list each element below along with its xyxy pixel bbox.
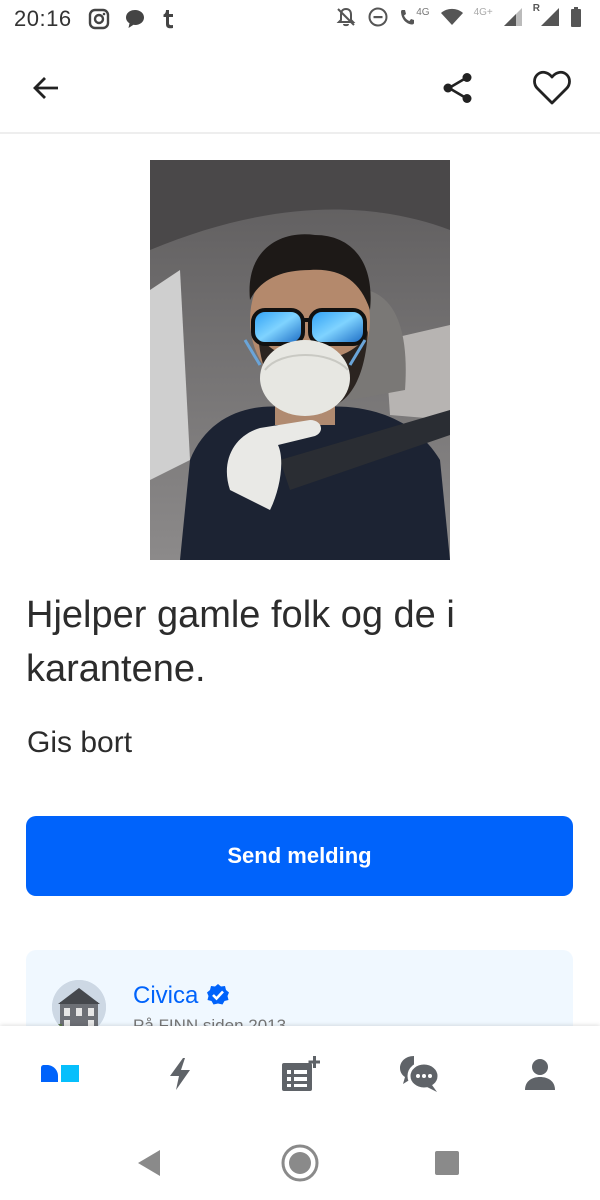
roaming-label: R [532,3,540,14]
top-app-bar [0,48,600,132]
battery-icon [571,7,581,27]
system-back-button[interactable] [124,1140,174,1186]
status-notification-icons [88,8,176,30]
share-button[interactable] [434,64,482,112]
back-button[interactable] [22,64,70,112]
instagram-icon [88,8,110,30]
seller-name[interactable]: Civica [133,982,198,1010]
verified-badge-icon [207,984,229,1005]
home-circle-icon [281,1144,319,1182]
signal-strength-icon [503,8,522,26]
listing-title: Hjelper gamle folk og de i karantene. [26,594,455,690]
send-message-button[interactable]: Send melding [26,816,573,896]
share-icon [443,73,472,103]
mute-bell-icon [336,7,356,27]
do-not-disturb-icon [368,7,388,27]
bottom-navigation [0,1026,600,1126]
call-icon [401,10,415,25]
nav-tab-profile[interactable] [510,1050,570,1098]
nav-tab-messages[interactable] [390,1050,450,1098]
listing-photo-image [150,160,450,560]
wifi-icon [440,8,463,25]
system-home-button[interactable] [275,1140,325,1186]
chat-bubble-icon [126,10,144,28]
toolbar-divider [0,132,600,134]
arrow-left-icon [33,77,58,99]
listing-photo[interactable] [150,160,450,560]
status-bar: 20:16 4G 4G+ R [0,0,600,40]
lightning-icon [170,1058,190,1090]
nav-tab-home[interactable] [30,1050,90,1098]
nav-tab-activity[interactable] [150,1050,210,1098]
network-type-label: 4G [416,6,430,18]
finn-logo-icon [41,1065,79,1082]
square-recents-icon [435,1151,459,1175]
tumblr-icon [163,10,173,29]
status-time: 20:16 [14,6,72,31]
volte-indicator: 4G [399,6,430,27]
system-navigation-bar [0,1126,600,1200]
profile-icon [525,1059,555,1090]
network-type-label-secondary: 4G+ [473,6,493,18]
signal-strength-icon-2 [541,8,559,26]
new-ad-icon [282,1056,320,1091]
heart-icon [533,70,571,105]
messages-icon [400,1056,441,1092]
triangle-back-icon [138,1150,160,1176]
status-system-icons: 4G 4G+ R [335,3,582,28]
system-recents-button[interactable] [422,1140,472,1186]
favorite-button[interactable] [528,64,576,112]
nav-tab-new-ad[interactable] [270,1050,330,1098]
listing-price: Gis bort [27,726,133,759]
roaming-signal: R [533,3,560,27]
